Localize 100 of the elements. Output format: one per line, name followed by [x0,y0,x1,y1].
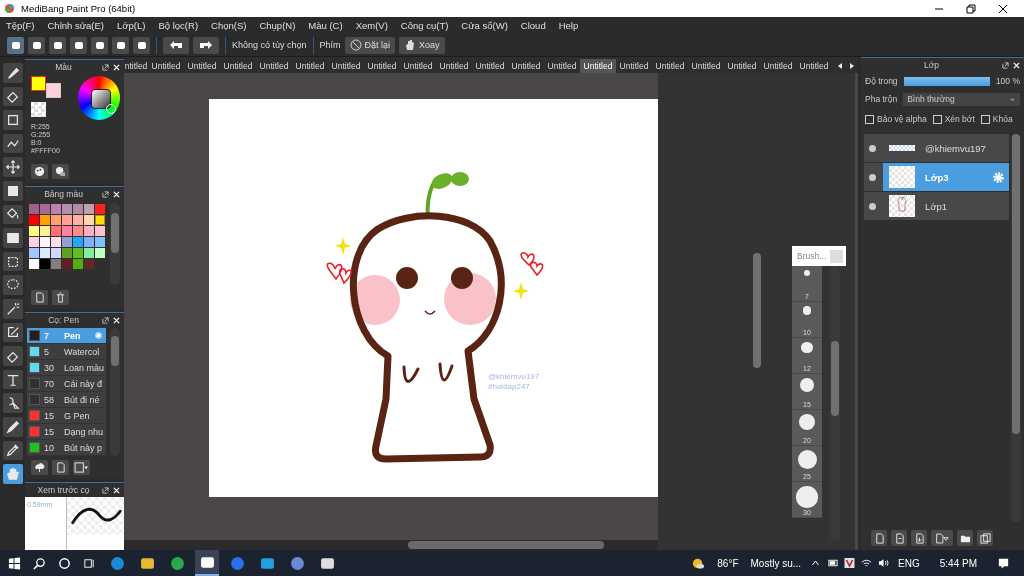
new-page-button[interactable] [31,290,48,305]
color-swatch[interactable] [73,248,83,258]
color-swatch[interactable] [62,204,72,214]
wand-tool[interactable] [2,298,23,319]
circle-icon[interactable] [58,556,71,570]
chevron-up-icon[interactable] [810,558,822,568]
menu-item[interactable]: Xem(V) [355,20,388,31]
brush-item[interactable]: 10 Bút này p [27,440,106,456]
pencil-tool[interactable] [2,322,23,343]
color-swatch[interactable] [95,226,105,236]
color-swatch[interactable] [51,215,61,225]
bucket-tool[interactable] [2,204,23,225]
scrollbar[interactable] [110,203,120,285]
color-swatch[interactable] [95,248,105,258]
folder-button[interactable] [957,530,973,546]
redo-button[interactable] [193,36,219,54]
popout-icon[interactable] [102,316,109,324]
menu-item[interactable]: Help [558,20,579,31]
color-swatch[interactable] [84,204,94,214]
add-layer-menu-button[interactable] [931,530,953,546]
menu-item[interactable]: Cloud [520,20,546,31]
eraser-tool[interactable] [2,86,23,107]
app-taskbar-button[interactable] [195,550,219,576]
opacity-slider[interactable] [903,76,990,86]
duplicate-button[interactable] [977,530,993,546]
palette-button[interactable] [31,164,48,179]
reset-button[interactable]: Đặt lại [344,36,396,54]
color-swatch[interactable] [84,237,94,247]
visibility-toggle[interactable] [869,144,876,152]
color-swatch[interactable] [62,226,72,236]
brush-tool[interactable] [2,63,23,83]
brush-item[interactable]: 70 Cái này đ [27,376,106,392]
menu-item[interactable]: Bộ lọc(R) [158,20,199,31]
menu-item[interactable]: Chọn(S) [211,20,247,31]
option-checkbox[interactable]: Xén bớt [932,114,975,124]
undo-button[interactable] [163,36,189,54]
move-tool[interactable] [2,157,23,177]
square-tool[interactable] [2,110,23,130]
color-swatch[interactable] [62,237,72,247]
color-swatch[interactable] [84,248,94,258]
layer-item[interactable]: Lớp1 [864,192,1009,220]
gradient-tool[interactable] [2,228,23,248]
popout-icon[interactable] [102,63,109,71]
gear-icon[interactable] [94,331,103,340]
color-swatch[interactable] [51,204,61,214]
brush-item[interactable]: 30 Loan màu [27,360,106,376]
horizontal-scrollbar[interactable] [124,540,658,550]
color-swatch[interactable] [40,259,50,269]
color-swatch[interactable] [51,259,61,269]
left-arrow-icon[interactable] [836,62,844,70]
color-swatch[interactable] [95,215,105,225]
color-swatch[interactable] [40,226,50,236]
option-checkbox[interactable]: Bảo vệ alpha [865,114,927,124]
popout-icon[interactable] [1002,61,1009,69]
color-swatch[interactable] [95,237,105,247]
eraser-tool[interactable] [2,346,23,366]
right-arrow-icon[interactable] [848,62,856,70]
hand-tool[interactable] [2,464,23,484]
close-icon[interactable] [998,3,1008,14]
input-language[interactable]: ENG [898,557,920,569]
menu-item[interactable]: Chỉnh sửa(E) [47,20,105,31]
brush-item[interactable]: 15 G Pen [27,408,106,424]
menu-item[interactable]: Lớp(L) [117,20,146,31]
color-swatch[interactable] [73,215,83,225]
color-swatch[interactable] [62,248,72,258]
share-button[interactable] [28,36,45,54]
color-swatch[interactable] [40,204,50,214]
clock[interactable]: 5:44 PM [939,557,977,569]
cursor-tool[interactable] [2,393,23,413]
windows-start-icon[interactable] [8,556,21,570]
document-tab[interactable]: Untitled [580,59,616,73]
color-swatch[interactable] [62,259,72,269]
menu-item[interactable]: Tệp(F) [6,20,35,31]
popout-icon[interactable] [102,190,109,198]
color-swatch[interactable] [73,204,83,214]
speaker-icon[interactable] [878,558,890,568]
menu-item[interactable]: Chụp(N) [259,20,296,31]
color-swatch[interactable] [95,204,105,214]
color-wheel[interactable] [77,76,120,120]
color-swatch[interactable] [29,204,39,214]
menu-item[interactable]: Màu (C) [308,20,343,31]
color-swatch[interactable] [29,226,39,236]
filled-square-tool[interactable] [2,180,23,201]
color-swatch[interactable] [29,248,39,258]
scrollbar[interactable] [830,266,840,541]
app-tray-icon[interactable] [844,558,856,568]
brush-item[interactable]: 58 Bút đi né [27,392,106,408]
color-swatch[interactable] [73,259,83,269]
restore-icon[interactable] [966,3,976,14]
text-tool[interactable] [2,369,23,390]
option-checkbox[interactable]: Khóa [980,114,1013,124]
color-swatch[interactable] [51,237,61,247]
gear-icon[interactable] [992,170,1005,184]
task-view-icon[interactable] [83,556,96,570]
page-button[interactable] [91,36,108,54]
search-icon[interactable] [33,556,46,570]
color-swatch[interactable] [51,248,61,258]
color-swatch[interactable] [84,259,94,269]
color-swatch[interactable] [84,226,94,236]
cloud-button[interactable] [7,36,24,54]
